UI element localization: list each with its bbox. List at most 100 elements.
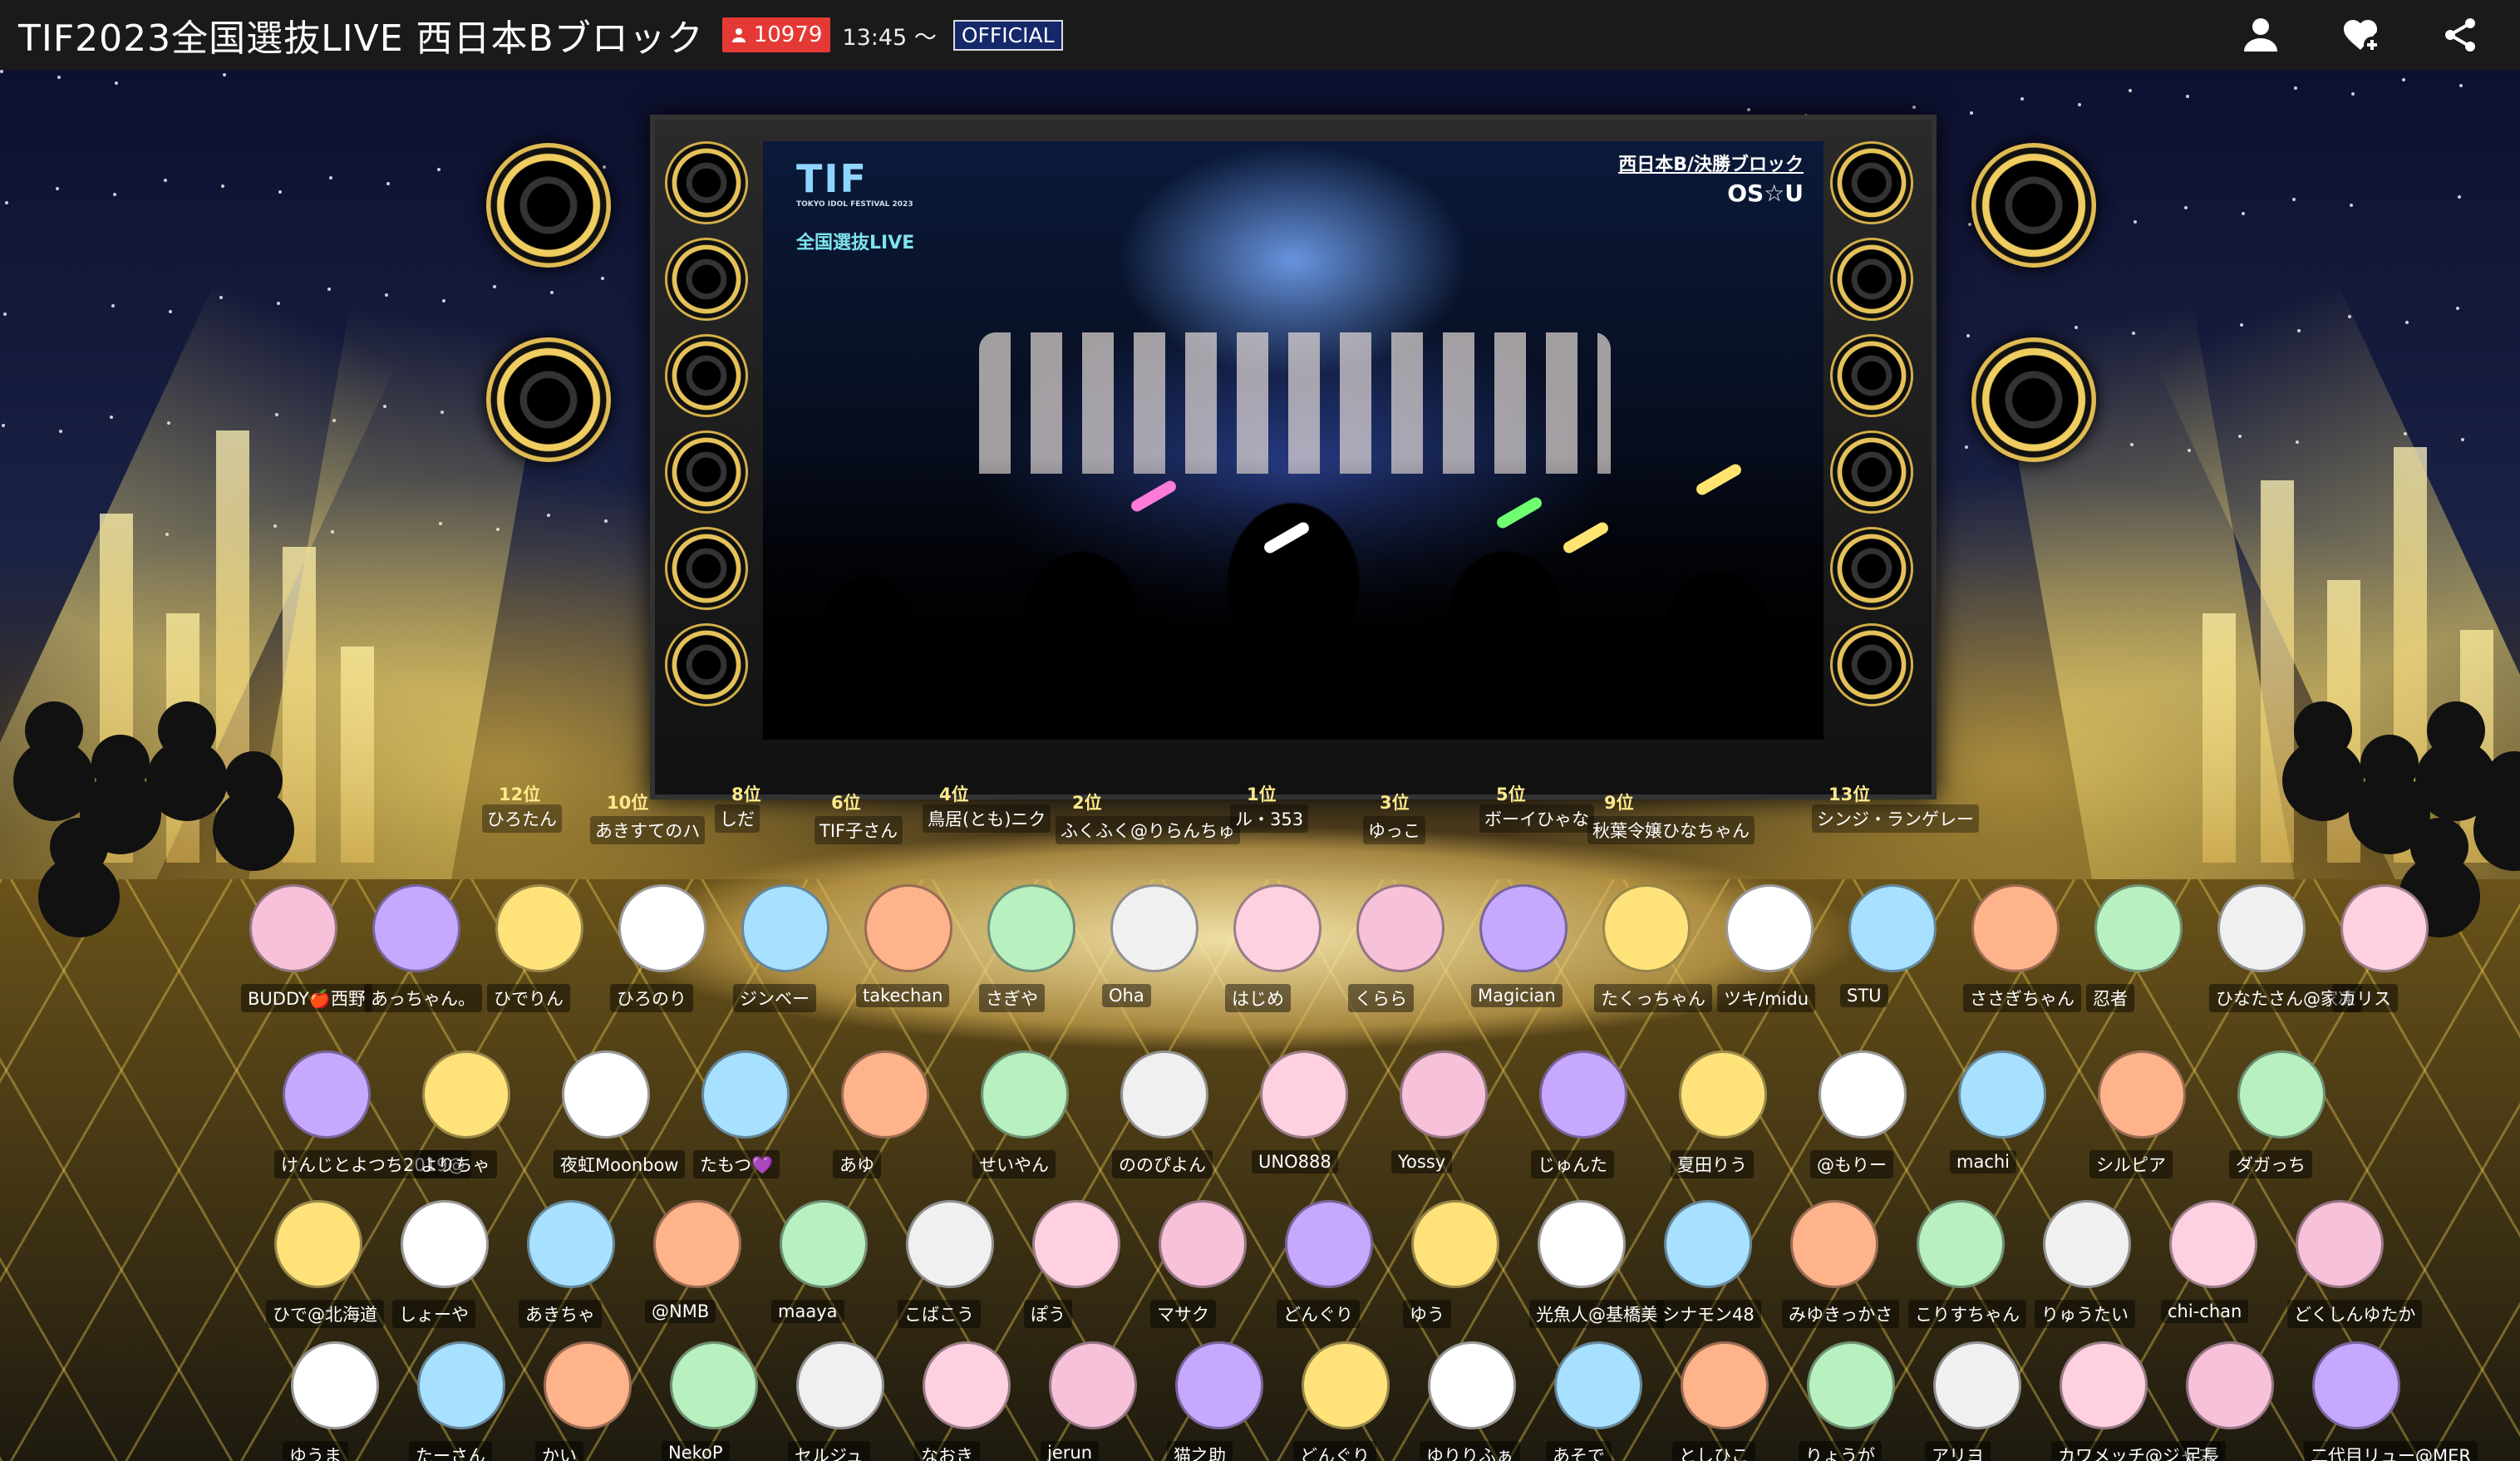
rank-user-name[interactable]: あきすてのハ bbox=[590, 816, 706, 844]
viewer-avatar[interactable] bbox=[1479, 884, 1568, 972]
viewer-avatar[interactable] bbox=[864, 884, 952, 972]
viewer-avatar[interactable] bbox=[562, 1050, 650, 1139]
viewer-avatar[interactable] bbox=[2094, 884, 2183, 972]
audience-silhouette bbox=[2294, 701, 2352, 760]
viewer-avatar[interactable] bbox=[1725, 884, 1814, 972]
sky-star bbox=[1965, 445, 1968, 449]
viewer-avatar[interactable] bbox=[2312, 1341, 2400, 1429]
viewer-avatar[interactable] bbox=[274, 1200, 362, 1288]
rank-user-name[interactable]: ゆっこ bbox=[1363, 816, 1425, 844]
viewer-avatar[interactable] bbox=[527, 1200, 615, 1288]
audience-silhouette bbox=[50, 818, 108, 876]
rank-user-name[interactable]: ボーイひゃな bbox=[1479, 804, 1594, 833]
viewer-avatar[interactable] bbox=[1285, 1200, 1373, 1288]
viewer-avatar[interactable] bbox=[1554, 1341, 1642, 1429]
viewer-avatar[interactable] bbox=[401, 1200, 489, 1288]
sky-star bbox=[169, 310, 172, 313]
viewer-avatar[interactable] bbox=[422, 1050, 510, 1139]
viewer-avatar[interactable] bbox=[2340, 884, 2429, 972]
viewer-avatar[interactable] bbox=[2296, 1200, 2384, 1288]
viewer-avatar[interactable] bbox=[1971, 884, 2060, 972]
viewer-avatar[interactable] bbox=[1400, 1050, 1488, 1139]
rank-user-name[interactable]: 鳥居(とも)ニク bbox=[923, 804, 1051, 833]
viewer-avatar[interactable] bbox=[1790, 1200, 1878, 1288]
viewer-name-tag: @もりー bbox=[1810, 1150, 1893, 1178]
viewer-avatar[interactable] bbox=[1848, 884, 1937, 972]
viewer-avatar[interactable] bbox=[1538, 1200, 1626, 1288]
viewer-avatar[interactable] bbox=[1302, 1341, 1390, 1429]
profile-button[interactable] bbox=[2234, 8, 2287, 61]
viewer-avatar[interactable] bbox=[2098, 1050, 2186, 1139]
viewer-avatar[interactable] bbox=[1958, 1050, 2046, 1139]
viewer-avatar[interactable] bbox=[906, 1200, 994, 1288]
viewer-avatar[interactable] bbox=[923, 1341, 1011, 1429]
viewer-avatar[interactable] bbox=[981, 1050, 1069, 1139]
sky-star bbox=[2294, 86, 2297, 90]
avatar-face bbox=[864, 884, 952, 972]
viewer-avatar[interactable] bbox=[1807, 1341, 1895, 1429]
avatar-face bbox=[2217, 884, 2306, 972]
viewer-avatar[interactable] bbox=[1664, 1200, 1752, 1288]
viewer-avatar[interactable] bbox=[841, 1050, 929, 1139]
viewer-avatar[interactable] bbox=[1356, 884, 1445, 972]
viewer-avatar[interactable] bbox=[372, 884, 460, 972]
viewer-avatar[interactable] bbox=[1233, 884, 1322, 972]
viewer-avatar[interactable] bbox=[1679, 1050, 1767, 1139]
viewer-avatar[interactable] bbox=[2043, 1200, 2131, 1288]
viewer-avatar[interactable] bbox=[1260, 1050, 1348, 1139]
viewer-avatar[interactable] bbox=[417, 1341, 505, 1429]
viewer-avatar[interactable] bbox=[2169, 1200, 2257, 1288]
viewer-avatar[interactable] bbox=[701, 1050, 790, 1139]
rank-user-name[interactable]: 秋葉令嬢ひなちゃん bbox=[1587, 816, 1755, 844]
viewer-avatar[interactable] bbox=[544, 1341, 632, 1429]
share-button[interactable] bbox=[2434, 8, 2487, 61]
viewer-avatar[interactable] bbox=[249, 884, 337, 972]
viewer-avatar[interactable] bbox=[1602, 884, 1691, 972]
viewer-avatar[interactable] bbox=[1819, 1050, 1907, 1139]
favorite-add-button[interactable] bbox=[2334, 8, 2387, 61]
viewer-avatar[interactable] bbox=[653, 1200, 741, 1288]
viewer-avatar[interactable] bbox=[1049, 1341, 1137, 1429]
block-overlay: 西日本B/決勝ブロック OS☆U bbox=[1618, 150, 1804, 207]
viewer-avatar[interactable] bbox=[1032, 1200, 1120, 1288]
viewer-name-tag: Magician bbox=[1471, 984, 1563, 1007]
viewer-avatar[interactable] bbox=[780, 1200, 868, 1288]
viewer-avatar[interactable] bbox=[495, 884, 583, 972]
viewer-avatar[interactable] bbox=[1428, 1341, 1516, 1429]
viewer-avatar[interactable] bbox=[1681, 1341, 1769, 1429]
rank-user-name[interactable]: ル・353 bbox=[1230, 804, 1309, 833]
viewer-avatar[interactable] bbox=[1159, 1200, 1247, 1288]
viewer-avatar[interactable] bbox=[2060, 1341, 2148, 1429]
viewer-avatar[interactable] bbox=[618, 884, 706, 972]
viewer-name-tag: ぽう bbox=[1024, 1300, 1072, 1328]
rank-user-name[interactable]: TIF子さん bbox=[815, 816, 903, 844]
viewer-avatar[interactable] bbox=[670, 1341, 758, 1429]
viewer-avatar[interactable] bbox=[796, 1341, 884, 1429]
viewer-avatar[interactable] bbox=[1917, 1200, 2005, 1288]
viewer-avatar[interactable] bbox=[1411, 1200, 1499, 1288]
viewer-avatar[interactable] bbox=[2186, 1341, 2274, 1429]
viewer-avatar[interactable] bbox=[1110, 884, 1198, 972]
sky-star bbox=[223, 73, 226, 76]
rank-user-name[interactable]: シンジ・ランゲレー bbox=[1812, 804, 1979, 833]
rank-user-name[interactable]: しだ bbox=[715, 804, 760, 833]
viewer-avatar[interactable] bbox=[291, 1341, 379, 1429]
viewer-avatar[interactable] bbox=[2217, 884, 2306, 972]
viewer-avatar[interactable] bbox=[1539, 1050, 1627, 1139]
live-video-player[interactable]: TIF TOKYO IDOL FESTIVAL 2023 全国選抜LIVE 西日… bbox=[763, 141, 1824, 740]
rank-user-name[interactable]: ひろたん bbox=[482, 804, 562, 833]
viewer-avatar[interactable] bbox=[741, 884, 829, 972]
avatar-face bbox=[701, 1050, 790, 1139]
viewer-avatar[interactable] bbox=[1933, 1341, 2021, 1429]
rank-number: 9位 bbox=[1604, 793, 1634, 813]
rank-user-name[interactable]: ふくふく@りらんちゅ bbox=[1056, 816, 1240, 844]
viewer-avatar[interactable] bbox=[1175, 1341, 1263, 1429]
profile-icon bbox=[2244, 18, 2277, 52]
viewer-name-tag: あゆ bbox=[833, 1150, 881, 1178]
viewer-avatar[interactable] bbox=[1120, 1050, 1208, 1139]
viewer-avatar[interactable] bbox=[283, 1050, 371, 1139]
viewer-avatar[interactable] bbox=[987, 884, 1075, 972]
avatar-face bbox=[1819, 1050, 1907, 1139]
viewer-name-tag: 夏田りう bbox=[1671, 1150, 1754, 1178]
viewer-avatar[interactable] bbox=[2237, 1050, 2326, 1139]
